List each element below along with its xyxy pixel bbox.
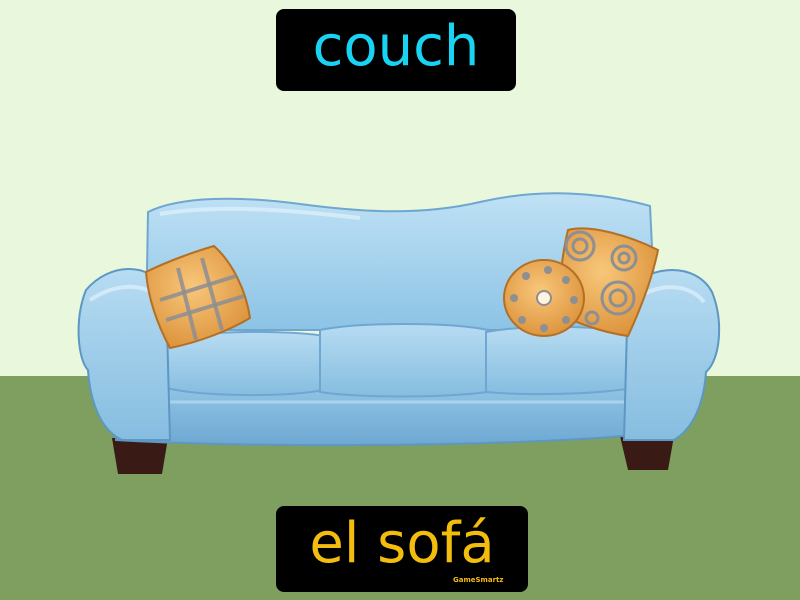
- english-word-text: couch: [312, 14, 480, 79]
- seat-cushion-middle: [319, 323, 489, 398]
- couch-foot-right: [620, 436, 674, 470]
- couch-foot-left: [112, 438, 168, 474]
- spanish-word-text: el sofá: [309, 511, 495, 576]
- brand-watermark: GameSmartz: [453, 576, 504, 584]
- seat-cushion-right: [485, 325, 638, 396]
- english-word-label: couch: [276, 9, 516, 91]
- round-pillow-icon: [503, 259, 585, 337]
